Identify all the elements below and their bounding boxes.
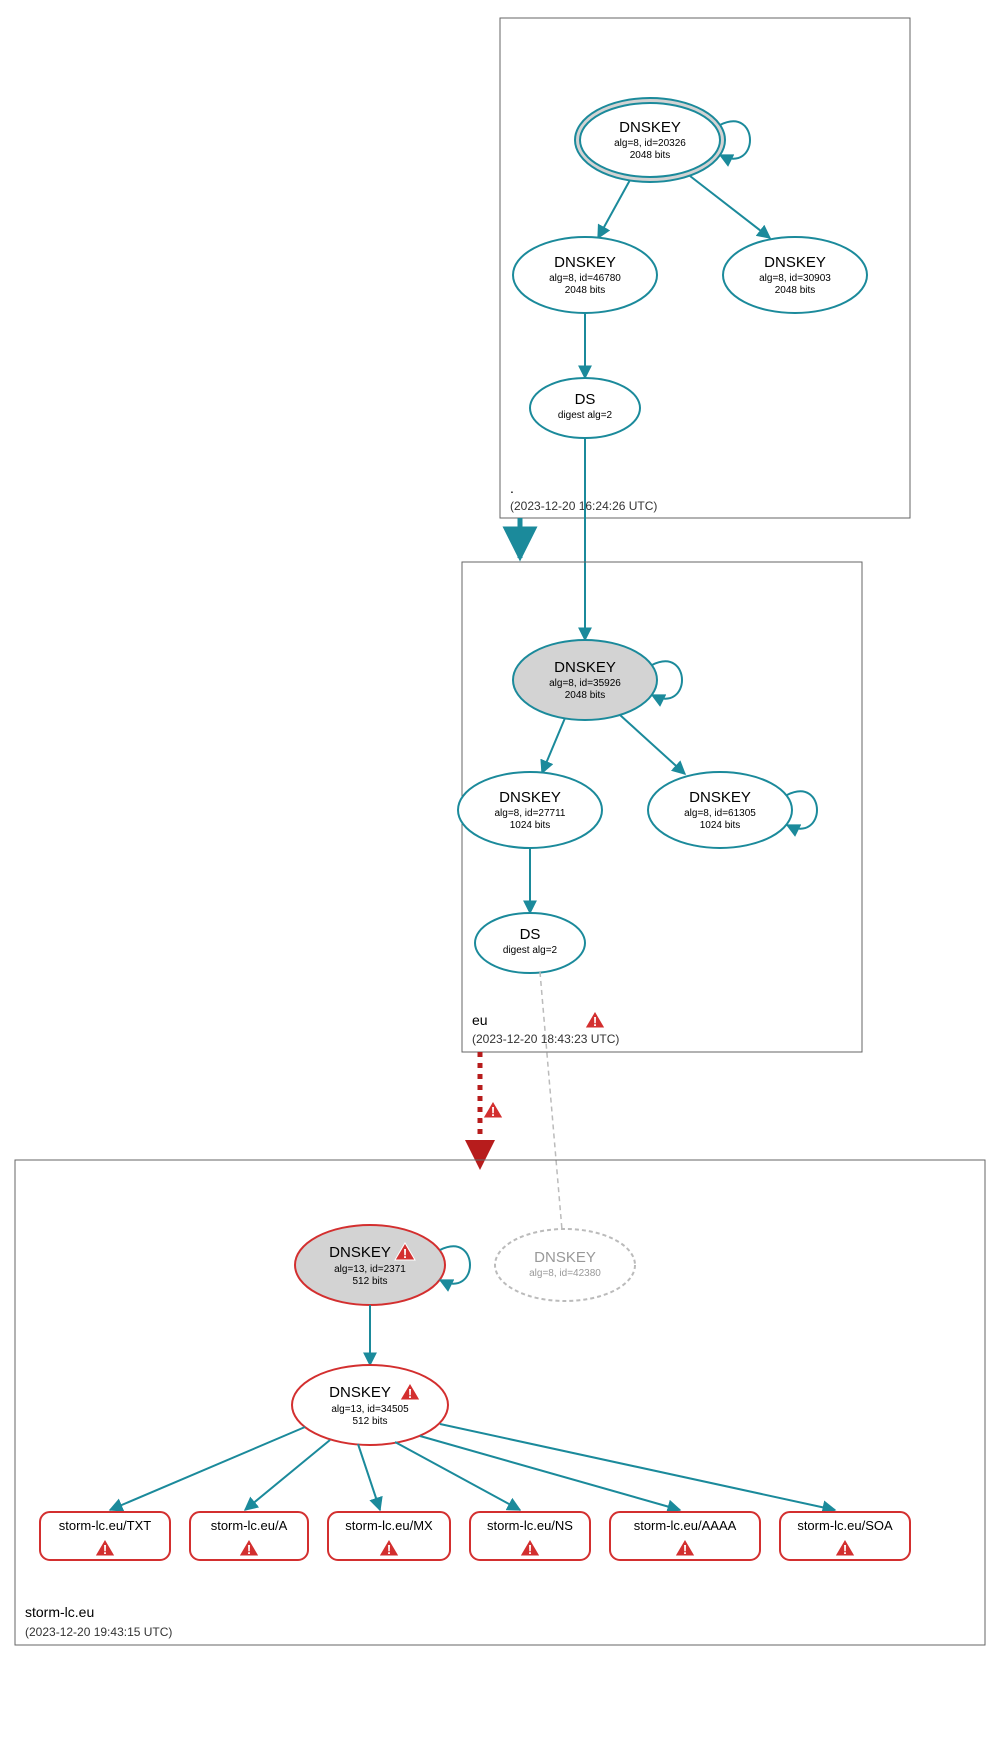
svg-text:512 bits: 512 bits	[352, 1276, 387, 1287]
svg-text:storm-lc.eu/TXT: storm-lc.eu/TXT	[59, 1518, 152, 1533]
node-eu-ds: DS digest alg=2	[475, 913, 585, 973]
svg-text:2048 bits: 2048 bits	[630, 150, 671, 161]
zone-ts-root: (2023-12-20 16:24:26 UTC)	[510, 499, 657, 513]
node-root-zsk1: DNSKEY alg=8, id=46780 2048 bits	[513, 237, 657, 313]
warning-icon-delegation	[483, 1101, 503, 1119]
svg-text:storm-lc.eu/AAAA: storm-lc.eu/AAAA	[634, 1518, 737, 1533]
edge-rootksk-zsk1	[598, 180, 630, 238]
svg-text:storm-lc.eu/MX: storm-lc.eu/MX	[345, 1518, 433, 1533]
svg-text:DNSKEY: DNSKEY	[619, 119, 681, 136]
svg-text:alg=8, id=20326: alg=8, id=20326	[614, 138, 686, 149]
rrset-aaaa: storm-lc.eu/AAAA	[610, 1512, 760, 1560]
zone-ts-storm: (2023-12-20 19:43:15 UTC)	[25, 1625, 172, 1639]
edge-euksk-zsk1	[542, 718, 565, 773]
node-eu-ksk: DNSKEY alg=8, id=35926 2048 bits	[513, 640, 657, 720]
node-root-zsk2: DNSKEY alg=8, id=30903 2048 bits	[723, 237, 867, 313]
svg-text:DNSKEY: DNSKEY	[329, 1244, 391, 1261]
node-eu-zsk1: DNSKEY alg=8, id=27711 1024 bits	[458, 772, 602, 848]
edge-zsk-rr1	[245, 1440, 330, 1510]
node-root-ds: DS digest alg=2	[530, 378, 640, 438]
zone-label-storm: storm-lc.eu	[25, 1604, 94, 1620]
svg-text:DNSKEY: DNSKEY	[534, 1249, 596, 1266]
svg-text:2048 bits: 2048 bits	[565, 690, 606, 701]
node-storm-missing: DNSKEY alg=8, id=42380	[495, 1229, 635, 1301]
svg-text:2048 bits: 2048 bits	[775, 285, 816, 296]
svg-text:alg=8, id=30903: alg=8, id=30903	[759, 273, 831, 284]
svg-text:DNSKEY: DNSKEY	[499, 789, 561, 806]
svg-text:DS: DS	[520, 926, 541, 943]
svg-text:digest alg=2: digest alg=2	[503, 945, 558, 956]
rrset-txt: storm-lc.eu/TXT	[40, 1512, 170, 1560]
svg-text:2048 bits: 2048 bits	[565, 285, 606, 296]
svg-text:alg=8, id=61305: alg=8, id=61305	[684, 808, 756, 819]
dnssec-graph: ! . (2023-12-20 16:24:26 UTC) DNSKEY alg…	[0, 0, 999, 1749]
edge-euksk-zsk2	[620, 715, 685, 774]
edge-zsk-rr0	[110, 1427, 305, 1510]
svg-text:DNSKEY: DNSKEY	[329, 1384, 391, 1401]
zone-label-root: .	[510, 480, 514, 496]
rrset-mx: storm-lc.eu/MX	[328, 1512, 450, 1560]
svg-text:DNSKEY: DNSKEY	[764, 254, 826, 271]
node-eu-zsk2: DNSKEY alg=8, id=61305 1024 bits	[648, 772, 792, 848]
svg-text:alg=13, id=34505: alg=13, id=34505	[331, 1404, 409, 1415]
node-root-ksk: DNSKEY alg=8, id=20326 2048 bits	[575, 98, 725, 182]
svg-text:alg=8, id=46780: alg=8, id=46780	[549, 273, 621, 284]
rrset-soa: storm-lc.eu/SOA	[780, 1512, 910, 1560]
zone-box-storm	[15, 1160, 985, 1645]
svg-text:storm-lc.eu/NS: storm-lc.eu/NS	[487, 1518, 573, 1533]
svg-text:storm-lc.eu/SOA: storm-lc.eu/SOA	[797, 1518, 893, 1533]
svg-text:DNSKEY: DNSKEY	[554, 254, 616, 271]
svg-text:DS: DS	[575, 391, 596, 408]
edge-zsk-rr2	[358, 1444, 380, 1510]
svg-text:alg=8, id=42380: alg=8, id=42380	[529, 1268, 601, 1279]
node-storm-zsk: DNSKEY alg=13, id=34505 512 bits	[292, 1365, 448, 1445]
rrset-a: storm-lc.eu/A	[190, 1512, 308, 1560]
rrset-ns: storm-lc.eu/NS	[470, 1512, 590, 1560]
svg-text:DNSKEY: DNSKEY	[689, 789, 751, 806]
warning-icon-eu-zone	[585, 1011, 605, 1029]
svg-text:digest alg=2: digest alg=2	[558, 410, 613, 421]
svg-text:alg=8, id=27711: alg=8, id=27711	[495, 808, 566, 819]
svg-text:alg=8, id=35926: alg=8, id=35926	[549, 678, 621, 689]
svg-text:512 bits: 512 bits	[352, 1416, 387, 1427]
node-storm-ksk: DNSKEY alg=13, id=2371 512 bits	[295, 1225, 445, 1305]
svg-text:1024 bits: 1024 bits	[510, 820, 551, 831]
edge-euds-missing	[540, 972, 562, 1230]
svg-text:alg=13, id=2371: alg=13, id=2371	[334, 1264, 406, 1275]
svg-text:DNSKEY: DNSKEY	[554, 659, 616, 676]
svg-text:1024 bits: 1024 bits	[700, 820, 741, 831]
edge-zsk-rr3	[395, 1442, 520, 1510]
svg-text:storm-lc.eu/A: storm-lc.eu/A	[211, 1518, 288, 1533]
zone-label-eu: eu	[472, 1012, 488, 1028]
edge-rootksk-zsk2	[690, 176, 770, 238]
